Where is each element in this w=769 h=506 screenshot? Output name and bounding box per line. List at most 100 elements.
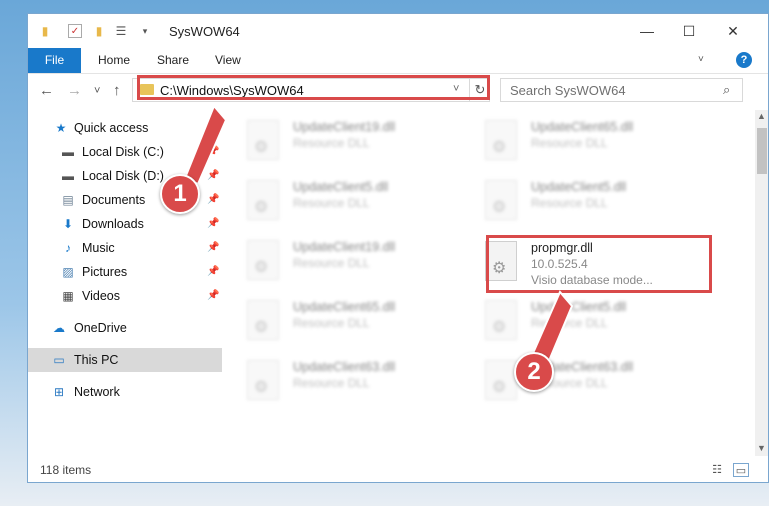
file-item-propmgr[interactable]: propmgr.dll 10.0.525.4 Visio database mo… xyxy=(485,239,715,293)
network-icon: ⊞ xyxy=(53,385,65,399)
file-type: Resource DLL xyxy=(293,256,370,270)
file-type: Resource DLL xyxy=(293,196,370,210)
sidebar-item-network[interactable]: ⊞ Network xyxy=(28,380,222,404)
up-button[interactable]: ↑ xyxy=(113,82,121,99)
file-name: UpdateClient5.dll xyxy=(531,180,627,194)
pin-icon[interactable]: 📌 xyxy=(207,164,219,188)
documents-icon: ▤ xyxy=(62,193,74,207)
sidebar-item-label: Pictures xyxy=(82,265,128,279)
large-icons-view-icon[interactable]: ▭ xyxy=(733,463,749,477)
dll-file-icon xyxy=(485,180,517,220)
search-icon[interactable]: ⌕ xyxy=(723,82,730,98)
address-bar[interactable]: C:\Windows\SysWOW64 ˅ ↻ xyxy=(132,78,490,102)
sidebar-item-label: Music xyxy=(82,241,115,255)
dll-file-icon xyxy=(247,360,279,400)
file-item[interactable]: UpdateClient65.dll Resource DLL xyxy=(247,298,477,352)
status-bar: 118 items ☷ ▭ xyxy=(28,460,768,482)
file-name: UpdateClient5.dll xyxy=(293,180,389,194)
title-bar: ▮ ✓ ▮ ☰ ▾ SysWOW64 — ☐ ✕ xyxy=(28,14,768,48)
drive-icon: ▬ xyxy=(62,145,74,159)
sidebar-item-this-pc[interactable]: ▭ This PC xyxy=(28,348,222,372)
pin-icon[interactable]: 📌 xyxy=(207,188,219,212)
file-type: Resource DLL xyxy=(531,136,608,150)
file-type: Resource DLL xyxy=(293,316,370,330)
dll-file-icon xyxy=(247,120,279,160)
file-item[interactable]: UpdateClient5.dll Resource DLL xyxy=(485,178,715,232)
file-name: propmgr.dll xyxy=(531,241,593,255)
quick-access-dropdown-icon[interactable]: ▾ xyxy=(138,24,152,38)
file-type: Resource DLL xyxy=(293,136,370,150)
sidebar-item-local-disk-c[interactable]: ▬ Local Disk (C:) 📌 xyxy=(28,140,222,164)
file-name: UpdateClient19.dll xyxy=(293,120,396,134)
file-item[interactable]: UpdateClient19.dll Resource DLL xyxy=(247,238,477,292)
new-folder-icon[interactable]: ▮ xyxy=(92,24,106,38)
dll-file-icon xyxy=(485,241,517,281)
sidebar-item-music[interactable]: ♪ Music 📌 xyxy=(28,236,222,260)
tab-share[interactable]: Share xyxy=(157,48,189,73)
address-dropdown-icon[interactable]: ˅ xyxy=(453,83,459,95)
pin-icon[interactable]: 📌 xyxy=(207,260,219,284)
back-button[interactable]: ← xyxy=(39,82,54,99)
help-icon[interactable]: ? xyxy=(736,52,752,68)
search-input[interactable]: Search SysWOW64 xyxy=(510,83,626,98)
sidebar-item-label: Videos xyxy=(82,289,120,303)
scroll-up-arrow-icon[interactable]: ▲ xyxy=(757,111,766,121)
callout-1: 1 xyxy=(160,174,200,214)
scrollbar-thumb[interactable] xyxy=(757,128,767,174)
sidebar-item-quick-access[interactable]: ★ Quick access xyxy=(28,116,222,140)
dll-file-icon xyxy=(247,240,279,280)
sidebar-item-videos[interactable]: ▦ Videos 📌 xyxy=(28,284,222,308)
drive-icon: ▬ xyxy=(62,169,74,183)
expand-ribbon-icon[interactable]: ˅ xyxy=(698,54,704,65)
sidebar-item-label: Quick access xyxy=(74,121,149,135)
sidebar-item-downloads[interactable]: ⬇ Downloads 📌 xyxy=(28,212,222,236)
dll-file-icon xyxy=(485,300,517,340)
properties-icon[interactable]: ✓ xyxy=(68,24,82,38)
file-version: 10.0.525.4 xyxy=(531,257,588,271)
videos-icon: ▦ xyxy=(62,289,74,303)
folder-icon xyxy=(140,84,154,95)
file-name: UpdateClient5.dll xyxy=(531,300,627,314)
maximize-button[interactable]: ☐ xyxy=(678,20,700,42)
explorer-window: ▮ ✓ ▮ ☰ ▾ SysWOW64 — ☐ ✕ File Home Share… xyxy=(27,13,769,483)
dll-file-icon xyxy=(485,360,517,400)
dll-file-icon xyxy=(485,120,517,160)
pin-icon[interactable]: 📌 xyxy=(207,284,219,308)
sidebar-item-onedrive[interactable]: ☁ OneDrive xyxy=(28,316,222,340)
sidebar-item-label: Network xyxy=(74,385,120,399)
scroll-down-arrow-icon[interactable]: ▼ xyxy=(757,443,766,453)
tab-file[interactable]: File xyxy=(28,48,81,73)
minimize-button[interactable]: — xyxy=(636,20,658,42)
file-item[interactable]: UpdateClient5.dll Resource DLL xyxy=(485,298,715,352)
tab-view[interactable]: View xyxy=(215,48,241,73)
address-path[interactable]: C:\Windows\SysWOW64 xyxy=(160,83,304,98)
sidebar-item-label: This PC xyxy=(74,353,119,367)
file-item[interactable]: UpdateClient19.dll Resource DLL xyxy=(247,118,477,172)
search-box[interactable]: Search SysWOW64 ⌕ xyxy=(500,78,743,102)
vertical-scrollbar[interactable]: ▲ ▼ xyxy=(755,110,768,456)
cloud-icon: ☁ xyxy=(53,321,65,335)
file-list: UpdateClient19.dll Resource DLL UpdateCl… xyxy=(223,110,757,456)
dll-file-icon xyxy=(247,180,279,220)
file-item[interactable]: UpdateClient65.dll Resource DLL xyxy=(485,118,715,172)
sidebar-item-label: Local Disk (C:) xyxy=(82,145,164,159)
file-item[interactable]: UpdateClient5.dll Resource DLL xyxy=(247,178,477,232)
file-name: UpdateClient63.dll xyxy=(293,360,396,374)
sidebar-item-label: Downloads xyxy=(82,217,144,231)
file-name: UpdateClient65.dll xyxy=(531,120,634,134)
download-icon: ⬇ xyxy=(62,217,74,231)
pin-icon[interactable]: 📌 xyxy=(207,236,219,260)
forward-button[interactable]: → xyxy=(67,82,82,99)
sidebar-item-pictures[interactable]: ▨ Pictures 📌 xyxy=(28,260,222,284)
customize-toolbar-icon[interactable]: ☰ xyxy=(114,24,128,38)
sidebar-item-label: OneDrive xyxy=(74,321,127,335)
details-view-icon[interactable]: ☷ xyxy=(709,463,725,477)
pin-icon[interactable]: 📌 xyxy=(207,140,219,164)
computer-icon: ▭ xyxy=(53,353,65,367)
tab-home[interactable]: Home xyxy=(98,48,130,73)
refresh-button[interactable]: ↻ xyxy=(469,79,490,101)
pin-icon[interactable]: 📌 xyxy=(207,212,219,236)
close-button[interactable]: ✕ xyxy=(722,20,744,42)
file-item[interactable]: UpdateClient63.dll Resource DLL xyxy=(247,358,477,412)
recent-locations-button[interactable]: ˅ xyxy=(94,85,100,97)
